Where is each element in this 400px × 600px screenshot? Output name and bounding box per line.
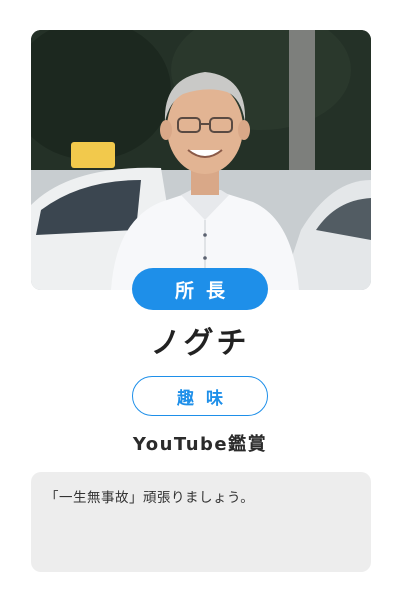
hobby-label: 趣味 [177,388,235,409]
role-label: 所長 [174,279,237,302]
hobby-badge: 趣味 [132,376,268,416]
role-badge: 所長 [132,268,268,310]
hobby-value: YouTube鑑賞 [132,434,268,455]
profile-photo [31,30,371,290]
message-box: 「一生無事故」頑張りましょう。 [31,472,371,572]
staff-name: ノグチ [150,326,250,361]
message-text: 「一生無事故」頑張りましょう。 [45,490,255,506]
staff-profile-card: 所長 ノグチ 趣味 YouTube鑑賞 「一生無事故」頑張りましょう。 [0,0,400,600]
